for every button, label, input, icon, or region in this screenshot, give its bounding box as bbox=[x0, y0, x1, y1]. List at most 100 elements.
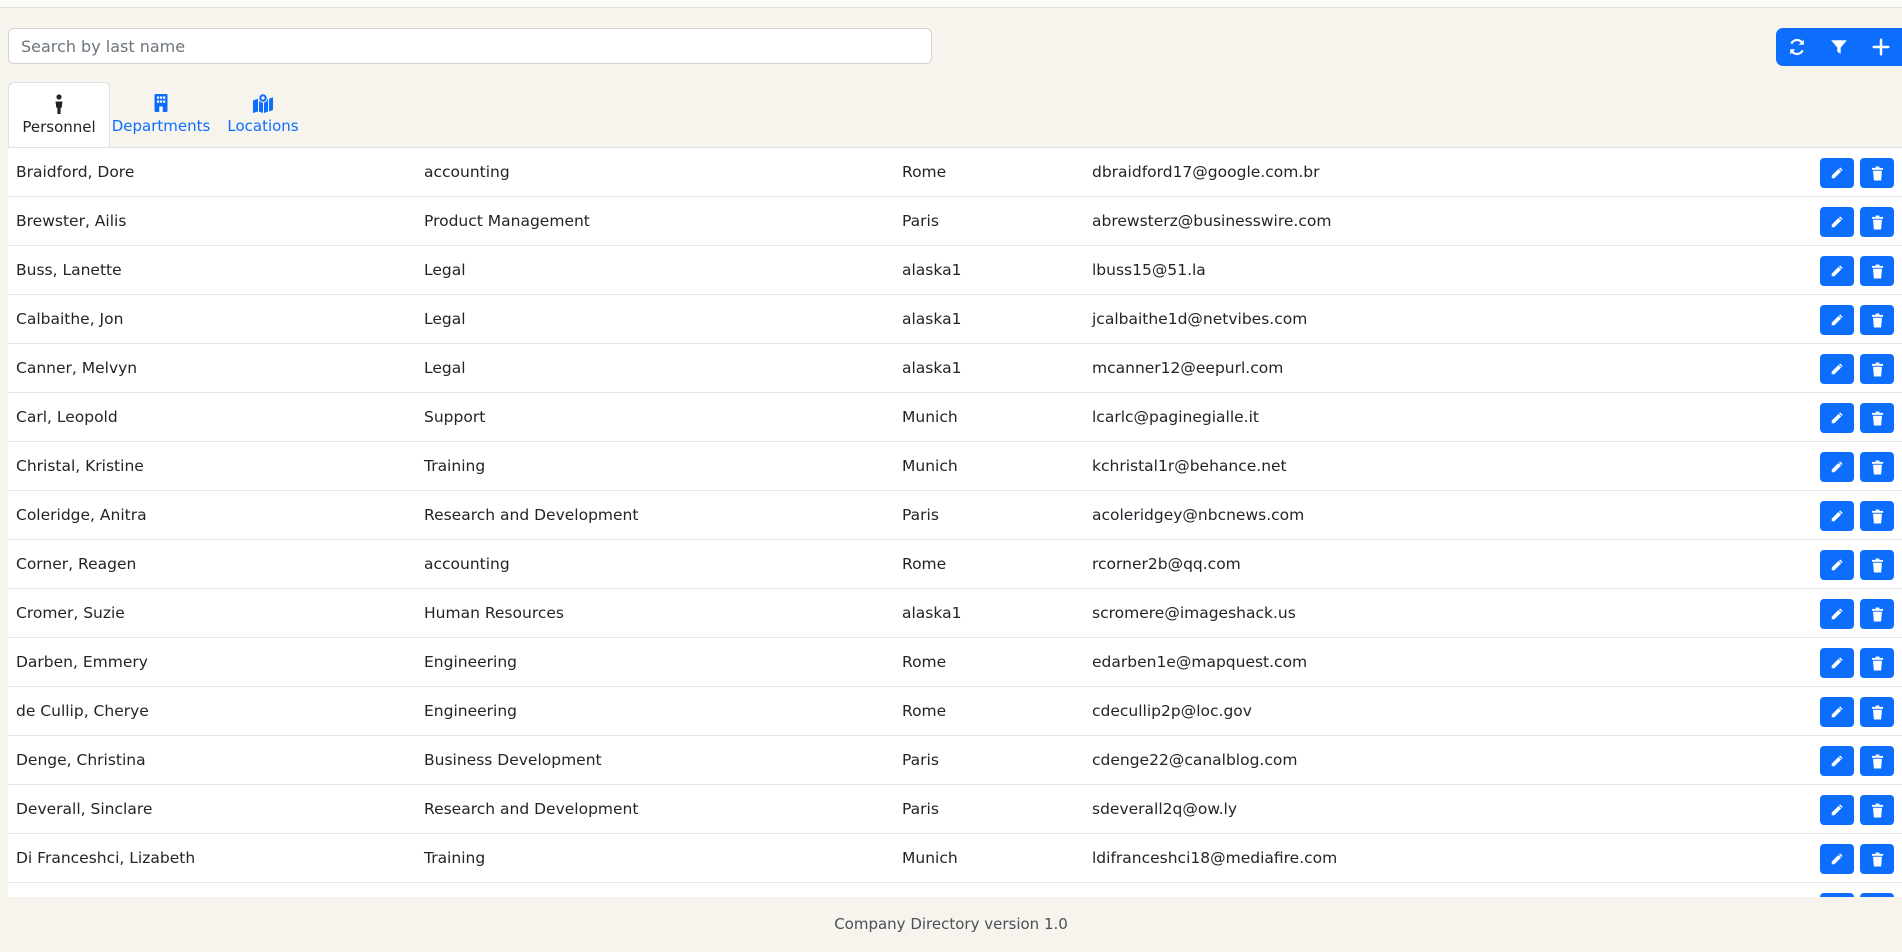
email-cell: adrance1j@omniture.com bbox=[1092, 883, 1293, 898]
pencil-icon bbox=[1831, 608, 1843, 620]
edit-button[interactable] bbox=[1820, 746, 1854, 776]
trash-icon bbox=[1871, 607, 1883, 621]
department-cell: Business Development bbox=[424, 751, 602, 769]
pencil-icon bbox=[1831, 167, 1843, 179]
department-cell: Legal bbox=[424, 359, 466, 377]
name-cell: Darben, Emmery bbox=[16, 653, 148, 671]
filter-button[interactable] bbox=[1818, 28, 1860, 66]
table-row: Di Franceshci, Lizabeth Training Munich ldi… bbox=[8, 834, 1902, 883]
delete-button[interactable] bbox=[1860, 746, 1894, 776]
name-cell: Deverall, Sinclare bbox=[16, 800, 153, 818]
location-cell: Rome bbox=[902, 653, 947, 671]
department-cell: Training bbox=[424, 457, 486, 475]
email-cell: mcanner12@eepurl.com bbox=[1092, 359, 1284, 377]
department-cell: Human Resources bbox=[424, 604, 564, 622]
name-cell: Buss, Lanette bbox=[16, 261, 122, 279]
location-cell: alaska1 bbox=[902, 359, 962, 377]
delete-button[interactable] bbox=[1860, 795, 1894, 825]
delete-button[interactable] bbox=[1860, 207, 1894, 237]
delete-button[interactable] bbox=[1860, 158, 1894, 188]
email-cell: lcarlc@paginegialle.it bbox=[1092, 408, 1259, 426]
email-cell: scromere@imageshack.us bbox=[1092, 604, 1296, 622]
name-cell: Cromer, Suzie bbox=[16, 604, 125, 622]
edit-button[interactable] bbox=[1820, 305, 1854, 335]
name-cell: Carl, Leopold bbox=[16, 408, 118, 426]
search-input[interactable] bbox=[8, 28, 932, 64]
email-cell: jcalbaithe1d@netvibes.com bbox=[1092, 310, 1308, 328]
email-cell: cdecullip2p@loc.gov bbox=[1092, 702, 1252, 720]
trash-icon bbox=[1871, 313, 1883, 327]
trash-icon bbox=[1871, 705, 1883, 719]
table-row: Buss, Lanette Legal alaska1 lbuss15@51.la bbox=[8, 246, 1902, 295]
location-cell: Rome bbox=[902, 555, 947, 573]
location-cell: New York bbox=[902, 883, 973, 898]
name-cell: Canner, Melvyn bbox=[16, 359, 138, 377]
add-button[interactable] bbox=[1860, 28, 1902, 66]
email-cell: edarben1e@mapquest.com bbox=[1092, 653, 1308, 671]
edit-button[interactable] bbox=[1820, 452, 1854, 482]
edit-button[interactable] bbox=[1820, 158, 1854, 188]
filter-icon bbox=[1831, 40, 1847, 54]
department-cell: accounting bbox=[424, 163, 510, 181]
name-cell: Coleridge, Anitra bbox=[16, 506, 147, 524]
trash-icon bbox=[1871, 215, 1883, 229]
delete-button[interactable] bbox=[1860, 501, 1894, 531]
edit-button[interactable] bbox=[1820, 648, 1854, 678]
delete-button[interactable] bbox=[1860, 697, 1894, 727]
edit-button[interactable] bbox=[1820, 403, 1854, 433]
email-cell: ldifranceshci18@mediafire.com bbox=[1092, 849, 1338, 867]
department-cell: Product Management bbox=[424, 212, 590, 230]
footer-text: Company Directory version 1.0 bbox=[0, 897, 1902, 952]
location-cell: alaska1 bbox=[902, 261, 962, 279]
edit-button[interactable] bbox=[1820, 795, 1854, 825]
email-cell: cdenge22@canalblog.com bbox=[1092, 751, 1298, 769]
delete-button[interactable] bbox=[1860, 648, 1894, 678]
delete-button[interactable] bbox=[1860, 305, 1894, 335]
department-cell: Training bbox=[424, 849, 486, 867]
tab-departments[interactable]: Departments bbox=[110, 82, 212, 148]
edit-button[interactable] bbox=[1820, 256, 1854, 286]
name-cell: Di Franceshci, Lizabeth bbox=[16, 849, 196, 867]
table-row: Christal, Kristine Training Munich kchrista… bbox=[8, 442, 1902, 491]
department-cell: Engineering bbox=[424, 702, 517, 720]
location-cell: alaska1 bbox=[902, 604, 962, 622]
pencil-icon bbox=[1831, 853, 1843, 865]
delete-button[interactable] bbox=[1860, 354, 1894, 384]
trash-icon bbox=[1871, 264, 1883, 278]
tab-personnel[interactable]: Personnel bbox=[8, 82, 110, 148]
department-cell: accounting bbox=[424, 555, 510, 573]
delete-button[interactable] bbox=[1860, 599, 1894, 629]
name-cell: Drance, Annadiana bbox=[16, 883, 164, 898]
edit-button[interactable] bbox=[1820, 354, 1854, 384]
location-cell: Paris bbox=[902, 212, 939, 230]
table-row: Brewster, Ailis Product Management Paris ab… bbox=[8, 197, 1902, 246]
delete-button[interactable] bbox=[1860, 403, 1894, 433]
edit-button[interactable] bbox=[1820, 501, 1854, 531]
location-cell: Rome bbox=[902, 702, 947, 720]
name-cell: Christal, Kristine bbox=[16, 457, 144, 475]
trash-icon bbox=[1871, 362, 1883, 376]
edit-button[interactable] bbox=[1820, 550, 1854, 580]
pencil-icon bbox=[1831, 314, 1843, 326]
edit-button[interactable] bbox=[1820, 697, 1854, 727]
delete-button[interactable] bbox=[1860, 844, 1894, 874]
refresh-button[interactable] bbox=[1776, 28, 1818, 66]
edit-button[interactable] bbox=[1820, 844, 1854, 874]
email-cell: abrewsterz@businesswire.com bbox=[1092, 212, 1332, 230]
pencil-icon bbox=[1831, 755, 1843, 767]
tab-bar: Personnel Departments Locations bbox=[8, 82, 314, 148]
table-row: Calbaithe, Jon Legal alaska1 jcalbaithe1d@n… bbox=[8, 295, 1902, 344]
department-cell: Research and Development bbox=[424, 800, 639, 818]
trash-icon bbox=[1871, 411, 1883, 425]
delete-button[interactable] bbox=[1860, 256, 1894, 286]
delete-button[interactable] bbox=[1860, 452, 1894, 482]
location-cell: Munich bbox=[902, 849, 958, 867]
table-row: Denge, Christina Business Development Pari… bbox=[8, 736, 1902, 785]
tab-locations[interactable]: Locations bbox=[212, 82, 314, 148]
name-cell: Corner, Reagen bbox=[16, 555, 137, 573]
edit-button[interactable] bbox=[1820, 207, 1854, 237]
table-row: Braidford, Dore accounting Rome dbraidford1… bbox=[8, 148, 1902, 197]
table-row: Deverall, Sinclare Research and Developme… bbox=[8, 785, 1902, 834]
edit-button[interactable] bbox=[1820, 599, 1854, 629]
delete-button[interactable] bbox=[1860, 550, 1894, 580]
